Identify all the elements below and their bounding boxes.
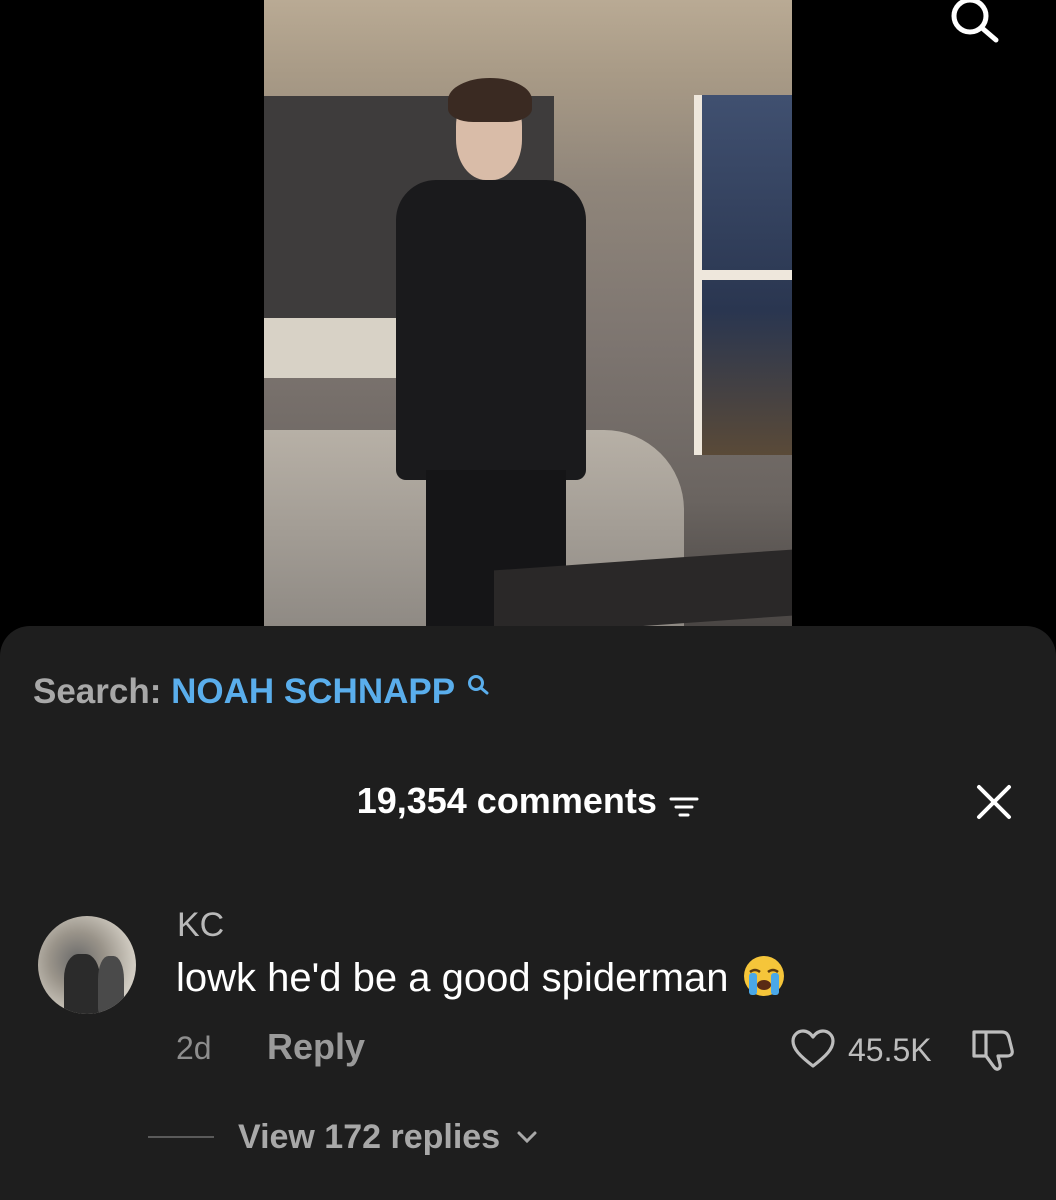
search-icon xyxy=(468,675,489,695)
heart-icon[interactable] xyxy=(790,1028,836,1070)
search-icon[interactable] xyxy=(944,0,1004,54)
comments-sheet xyxy=(0,626,1056,1200)
thumbs-down-icon[interactable] xyxy=(968,1024,1020,1074)
comment-text: lowk he'd be a good spiderman xyxy=(176,956,786,1001)
video-scene-person xyxy=(356,70,626,626)
reply-button[interactable]: Reply xyxy=(267,1026,365,1068)
filter-icon[interactable] xyxy=(669,795,699,819)
loudly-crying-face-icon xyxy=(743,956,784,997)
view-replies-label: View 172 replies xyxy=(238,1118,501,1156)
close-icon[interactable] xyxy=(974,782,1014,822)
chevron-down-icon xyxy=(517,1131,537,1144)
search-term: NOAH SCHNAPP xyxy=(171,672,455,711)
video-frame[interactable] xyxy=(264,0,792,626)
view-replies-button[interactable]: View 172 replies xyxy=(238,1118,538,1157)
like-count: 45.5K xyxy=(848,1032,932,1068)
video-scene-window-frame xyxy=(702,270,792,280)
video-player[interactable] xyxy=(0,0,1056,640)
replies-divider xyxy=(148,1136,214,1138)
search-prefix: Search: xyxy=(33,672,162,711)
comment-time: 2d xyxy=(176,1030,212,1066)
search-suggestion-link[interactable]: Search: NOAH SCHNAPP xyxy=(33,672,490,712)
comments-header: 19,354 comments xyxy=(0,780,1056,822)
comment-body: lowk he'd be a good spiderman xyxy=(176,956,729,1000)
comments-count: 19,354 comments xyxy=(356,780,657,821)
avatar[interactable] xyxy=(38,916,136,1014)
comment-username[interactable]: KC xyxy=(177,906,224,945)
